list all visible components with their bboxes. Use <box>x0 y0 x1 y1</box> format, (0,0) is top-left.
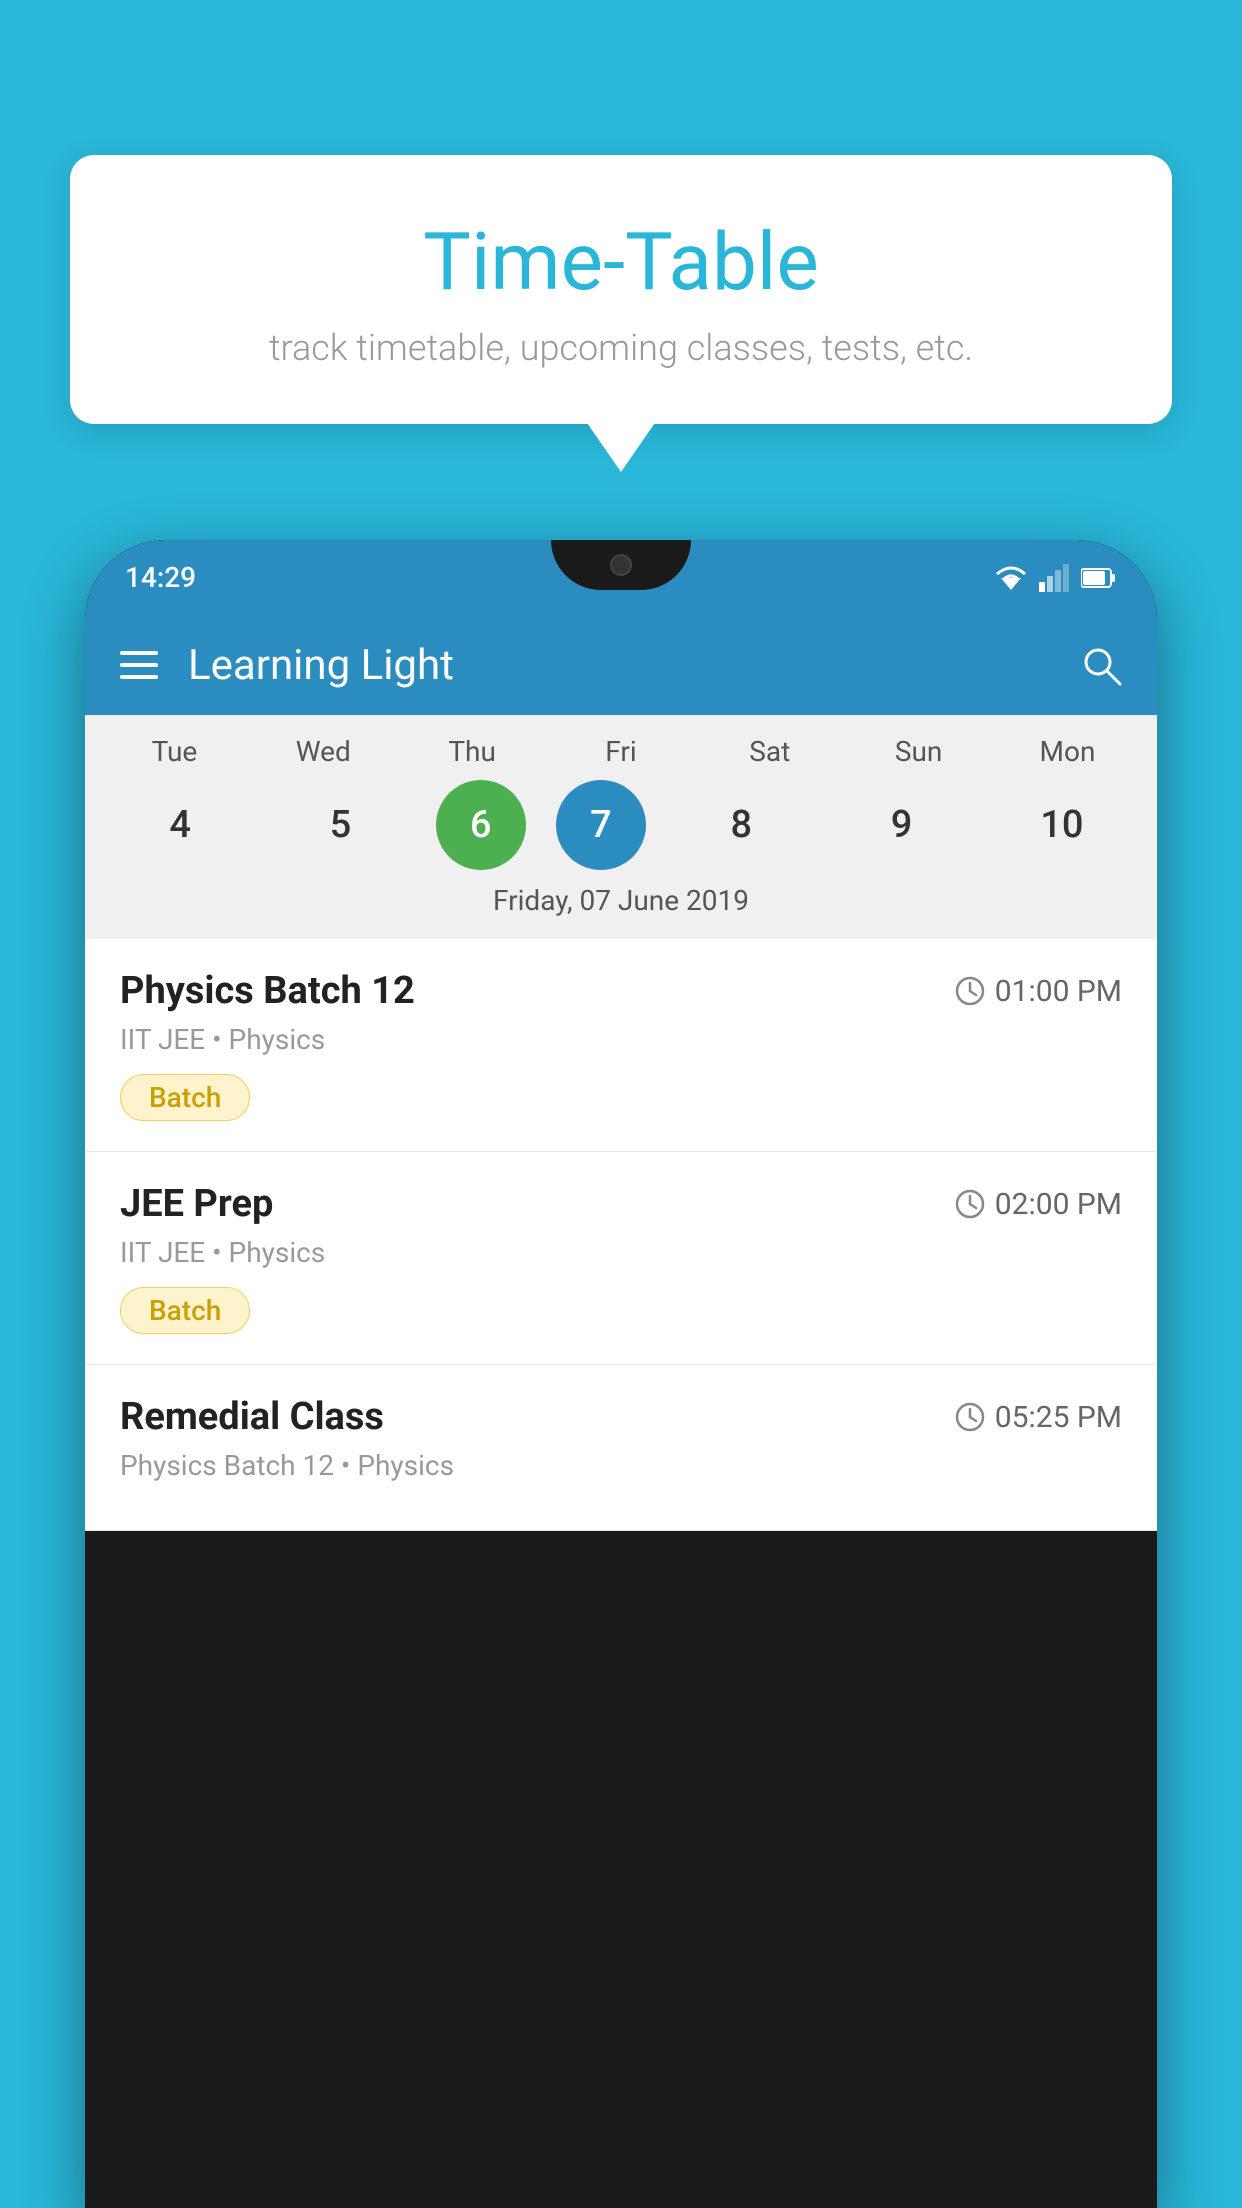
day-header-fri: Fri <box>556 735 686 768</box>
day-header-wed: Wed <box>258 735 388 768</box>
day-5[interactable]: 5 <box>275 780 405 870</box>
phone-frame: 14:29 <box>85 540 1157 2208</box>
speech-bubble: Time-Table track timetable, upcoming cla… <box>70 155 1172 424</box>
day-10[interactable]: 10 <box>997 780 1127 870</box>
day-7-selected[interactable]: 7 <box>556 780 646 870</box>
phone-inner: 14:29 <box>85 540 1157 2208</box>
schedule-item-1-header: Physics Batch 12 01:00 PM <box>120 969 1122 1013</box>
notch-cutout <box>551 540 691 590</box>
app-bar: Learning Light <box>85 615 1157 715</box>
status-bar: 14:29 <box>85 540 1157 615</box>
schedule-item-3-title: Remedial Class <box>120 1395 384 1439</box>
day-header-sun: Sun <box>854 735 984 768</box>
schedule-item-2-title: JEE Prep <box>120 1182 273 1226</box>
schedule-item-3[interactable]: Remedial Class 05:25 PM Physics Batch 12… <box>85 1365 1157 1531</box>
wifi-icon <box>993 564 1029 592</box>
clock-icon-2 <box>955 1189 985 1219</box>
schedule-item-1-sub: IIT JEE • Physics <box>120 1023 1122 1056</box>
clock-icon-3 <box>955 1402 985 1432</box>
app-title: Learning Light <box>188 641 1050 690</box>
bubble-title: Time-Table <box>120 215 1122 309</box>
day-header-tue: Tue <box>109 735 239 768</box>
schedule-item-1[interactable]: Physics Batch 12 01:00 PM IIT JEE • Phys… <box>85 939 1157 1152</box>
clock-icon-1 <box>955 976 985 1006</box>
schedule-item-1-time: 01:00 PM <box>955 974 1122 1009</box>
search-icon[interactable] <box>1080 644 1122 686</box>
day-headers: Tue Wed Thu Fri Sat Sun Mon <box>95 735 1147 768</box>
day-9[interactable]: 9 <box>837 780 967 870</box>
hamburger-line-3 <box>120 675 158 679</box>
camera-dot <box>610 554 632 576</box>
status-icons <box>993 564 1117 592</box>
schedule-item-3-header: Remedial Class 05:25 PM <box>120 1395 1122 1439</box>
schedule-item-2[interactable]: JEE Prep 02:00 PM IIT JEE • Physics Batc… <box>85 1152 1157 1365</box>
schedule-item-3-time: 05:25 PM <box>955 1400 1122 1435</box>
day-8[interactable]: 8 <box>676 780 806 870</box>
hamburger-line-1 <box>120 651 158 655</box>
schedule-item-2-time: 02:00 PM <box>955 1187 1122 1222</box>
batch-badge-1: Batch <box>120 1074 250 1121</box>
signal-icon <box>1039 564 1071 592</box>
day-4[interactable]: 4 <box>115 780 245 870</box>
batch-badge-2: Batch <box>120 1287 250 1334</box>
calendar-date-label: Friday, 07 June 2019 <box>95 884 1147 929</box>
schedule-item-2-sub: IIT JEE • Physics <box>120 1236 1122 1269</box>
schedule-item-3-sub: Physics Batch 12 • Physics <box>120 1449 1122 1482</box>
battery-icon <box>1081 567 1117 589</box>
day-header-thu: Thu <box>407 735 537 768</box>
hamburger-line-2 <box>120 663 158 667</box>
day-header-mon: Mon <box>1002 735 1132 768</box>
day-6-today[interactable]: 6 <box>436 780 526 870</box>
schedule-item-2-header: JEE Prep 02:00 PM <box>120 1182 1122 1226</box>
status-time: 14:29 <box>125 561 196 594</box>
schedule-list: Physics Batch 12 01:00 PM IIT JEE • Phys… <box>85 939 1157 1531</box>
schedule-item-1-title: Physics Batch 12 <box>120 969 415 1013</box>
day-numbers: 4 5 6 7 8 9 10 <box>95 780 1147 870</box>
day-header-sat: Sat <box>705 735 835 768</box>
calendar-strip: Tue Wed Thu Fri Sat Sun Mon 4 5 6 7 8 9 … <box>85 715 1157 939</box>
menu-icon[interactable] <box>120 651 158 679</box>
bubble-subtitle: track timetable, upcoming classes, tests… <box>120 327 1122 369</box>
